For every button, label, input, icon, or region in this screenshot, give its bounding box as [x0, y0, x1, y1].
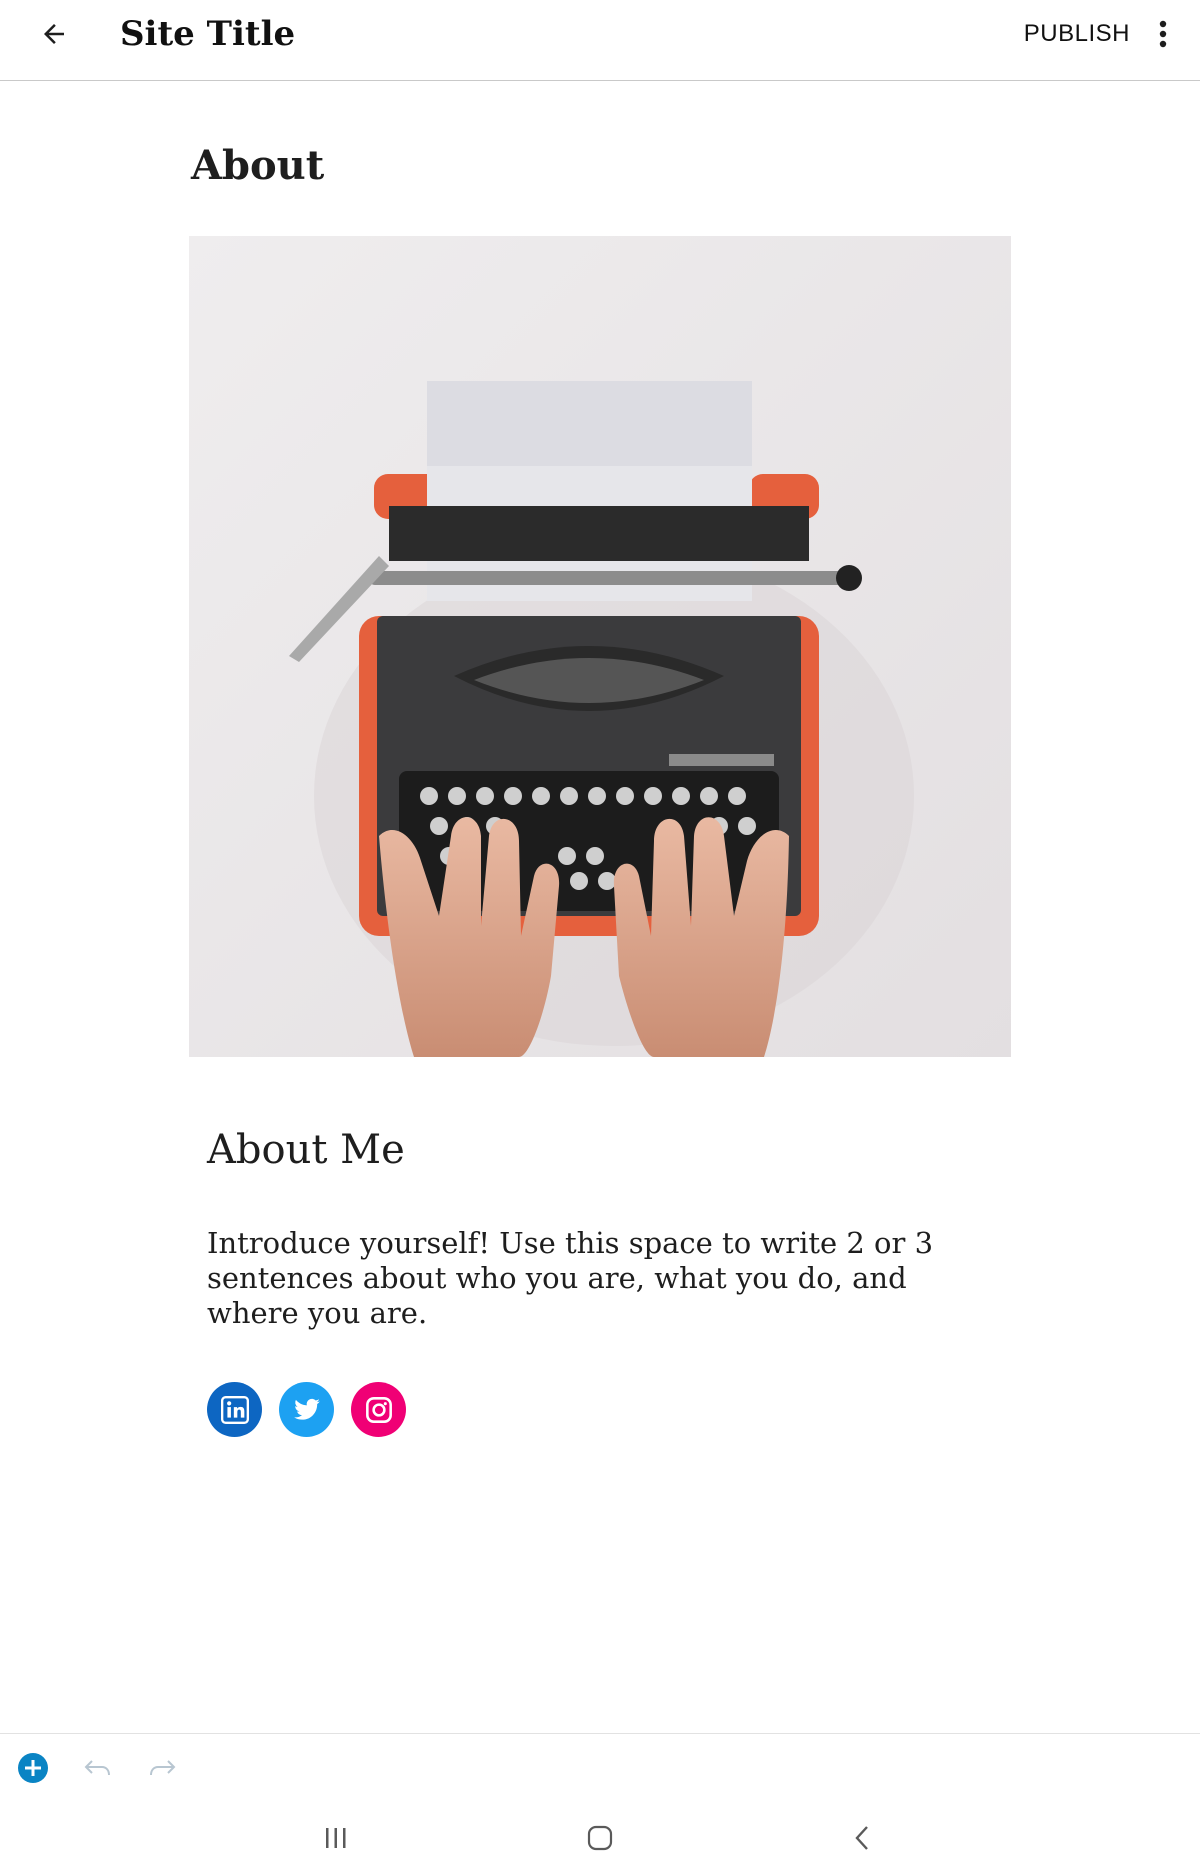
twitter-icon [293, 1398, 320, 1420]
redo-button[interactable] [140, 1746, 184, 1790]
home-button[interactable] [570, 1813, 630, 1863]
recents-icon [326, 1828, 346, 1848]
undo-button[interactable] [76, 1746, 120, 1790]
more-options-button[interactable] [1146, 14, 1180, 54]
system-navigation-bar [0, 1803, 1200, 1870]
linkedin-icon [220, 1395, 249, 1424]
redo-icon [150, 1760, 176, 1776]
nav-back-icon [855, 1826, 868, 1850]
more-vertical-icon [1159, 20, 1167, 48]
page-title[interactable]: About [191, 140, 324, 192]
nav-back-button[interactable] [832, 1813, 892, 1863]
arrow-left-icon [44, 24, 64, 44]
featured-image-block[interactable] [189, 236, 1011, 1057]
undo-icon [84, 1760, 110, 1776]
instagram-link[interactable] [351, 1382, 406, 1437]
typewriter-image [189, 236, 1011, 1057]
site-title: Site Title [120, 14, 296, 54]
home-icon [587, 1825, 613, 1851]
instagram-icon [365, 1396, 392, 1423]
editor-toolbar [0, 1733, 1200, 1804]
back-button[interactable] [30, 14, 78, 54]
linkedin-link[interactable] [207, 1382, 262, 1437]
twitter-link[interactable] [279, 1382, 334, 1437]
top-app-bar: Site Title PUBLISH [0, 0, 1200, 81]
about-me-heading[interactable]: About Me [207, 1124, 405, 1176]
social-icons-block [207, 1382, 406, 1437]
publish-button[interactable]: PUBLISH [1024, 18, 1130, 50]
intro-paragraph[interactable]: Introduce yourself! Use this space to wr… [207, 1226, 1007, 1331]
add-block-button[interactable] [11, 1746, 55, 1790]
recents-button[interactable] [306, 1813, 366, 1863]
add-block-icon [18, 1753, 48, 1783]
